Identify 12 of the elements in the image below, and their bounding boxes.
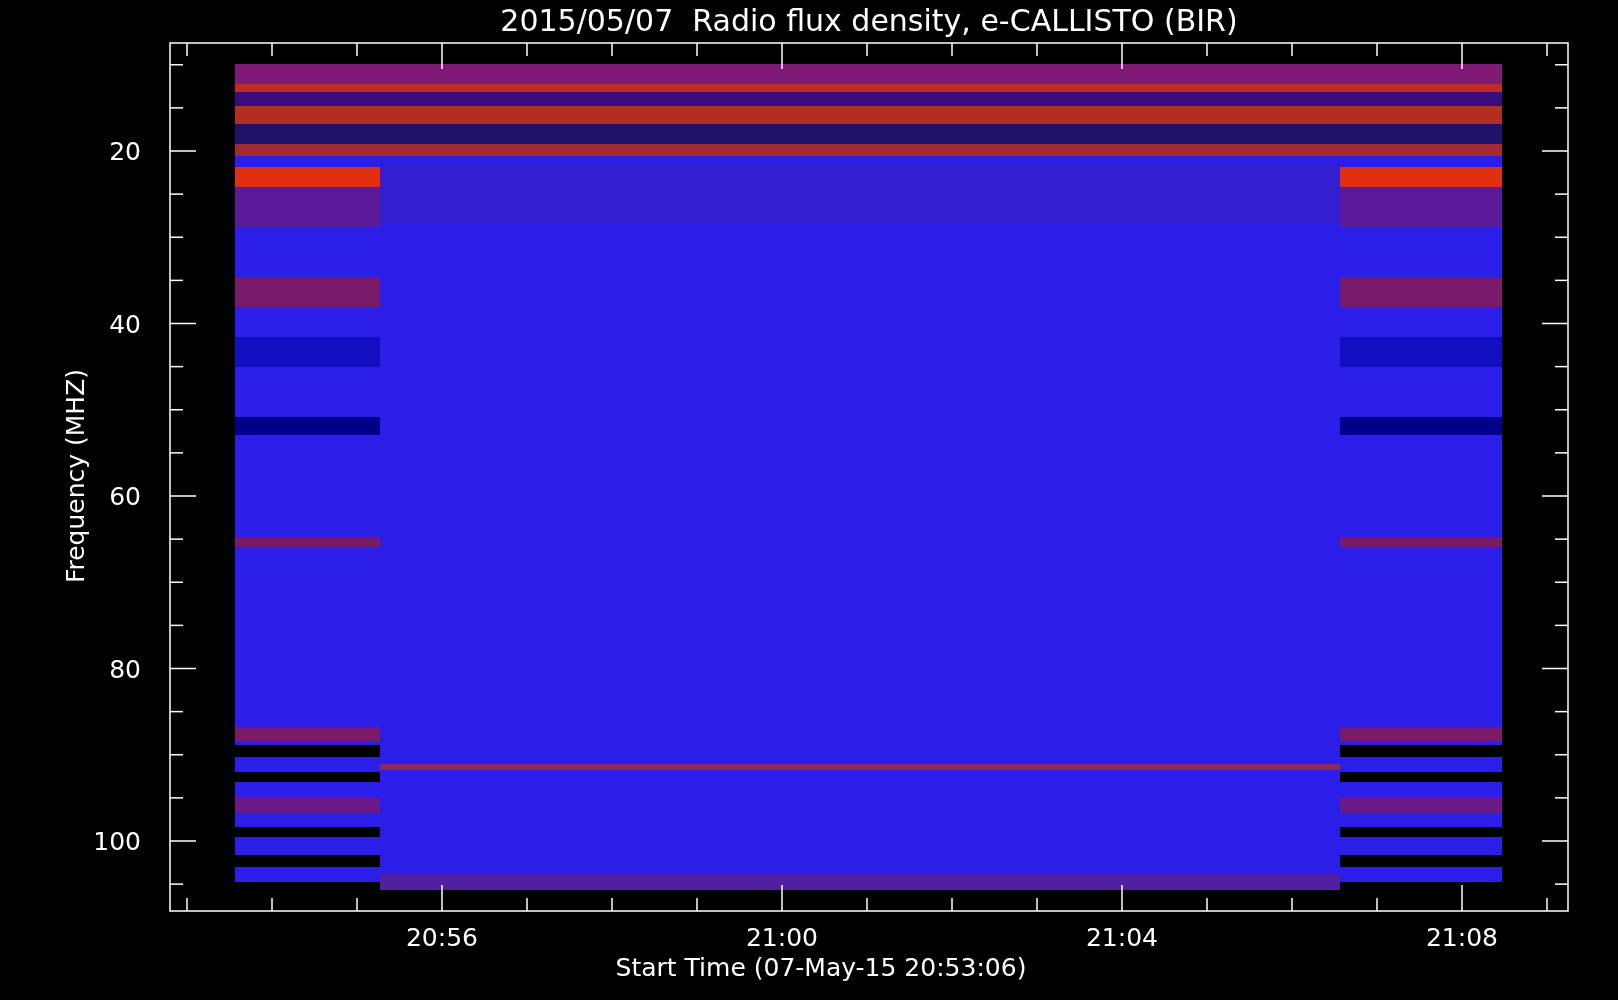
axis-label: Frequency (MHZ) [61,368,90,584]
tick-label: 60 [109,482,141,511]
tick-label: 21:04 [1086,923,1158,952]
tick-label: 40 [109,309,141,339]
tick-label: 21:00 [746,923,818,952]
tick-label: 80 [109,654,141,684]
tick-label: 20 [109,137,141,166]
axis-label: Start Time (07-May-15 20:53:06) [615,953,1027,982]
tick-label: 21:08 [1426,923,1498,952]
tick-label: 100 [93,827,141,856]
tick-label: 20:56 [406,923,478,952]
chart-title: 2015/05/07 Radio flux density, e-CALLISTO (BIR) [500,3,1238,38]
